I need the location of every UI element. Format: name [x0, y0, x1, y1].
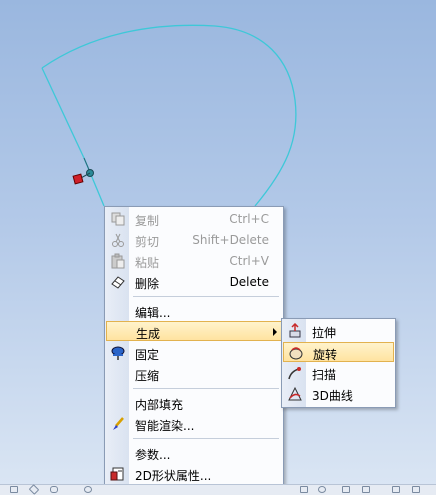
- sketch-line[interactable]: [41, 67, 85, 159]
- submenu-arrow-icon: [273, 328, 277, 336]
- menu-item-label: 扫描: [312, 368, 337, 382]
- menu-item-label: 3D曲线: [312, 389, 353, 403]
- menu-item-generate[interactable]: 生成: [106, 321, 282, 341]
- pin-icon: [110, 345, 126, 361]
- menu-item-label: 智能渲染...: [135, 419, 195, 433]
- chamfer-tool-icon[interactable]: [412, 486, 420, 493]
- submenu-item-sweep[interactable]: 扫描: [283, 363, 394, 383]
- properties-icon: [110, 466, 126, 482]
- menu-item-cut[interactable]: 剪切 Shift+Delete: [106, 230, 282, 250]
- menu-item-label: 内部填充: [135, 398, 184, 412]
- menu-separator: [133, 296, 279, 297]
- context-menu: 复制 Ctrl+C 剪切 Shift+Delete 粘贴 Ctrl+V 删除 D…: [104, 206, 284, 486]
- menu-item-delete[interactable]: 删除 Delete: [106, 272, 282, 292]
- menu-item-compress[interactable]: 压缩: [106, 364, 282, 384]
- menu-item-parameters[interactable]: 参数...: [106, 443, 282, 463]
- menu-item-label: 参数...: [135, 448, 171, 462]
- menu-separator: [133, 438, 279, 439]
- extrude-icon: [287, 322, 303, 339]
- eraser-icon: [110, 274, 126, 290]
- menu-item-smart-render[interactable]: 智能渲染...: [106, 414, 282, 434]
- menu-item-label: 固定: [135, 348, 160, 362]
- submenu-item-3d-curve[interactable]: 3D曲线: [283, 384, 394, 404]
- menu-item-shortcut: Ctrl+C: [229, 212, 269, 226]
- menu-item-shortcut: Delete: [229, 275, 269, 289]
- revolve-icon: [288, 345, 304, 361]
- menu-item-shortcut: Ctrl+V: [229, 254, 269, 268]
- menu-item-paste[interactable]: 粘贴 Ctrl+V: [106, 251, 282, 271]
- menu-item-label: 拉伸: [312, 326, 337, 340]
- submenu-item-revolve[interactable]: 旋转: [283, 342, 394, 362]
- bottom-toolbar: [0, 484, 436, 495]
- selection-handle[interactable]: [72, 173, 84, 185]
- menu-item-label: 复制: [135, 214, 160, 228]
- extend-tool-icon[interactable]: [362, 486, 370, 493]
- trim-tool-icon[interactable]: [342, 486, 350, 493]
- copy-icon: [110, 211, 126, 227]
- paste-icon: [110, 253, 126, 269]
- menu-item-fix[interactable]: 固定: [106, 343, 282, 363]
- menu-item-2d-shape-properties[interactable]: 2D形状属性...: [106, 464, 282, 484]
- diamond-tool-icon[interactable]: [28, 484, 40, 495]
- menu-item-edit[interactable]: 编辑...: [106, 301, 282, 321]
- menu-item-label: 粘贴: [135, 256, 160, 270]
- menu-item-label: 2D形状属性...: [135, 469, 212, 483]
- generate-submenu: 拉伸 旋转 扫描 3D曲线: [281, 318, 396, 408]
- sweep-icon: [287, 365, 303, 381]
- menu-item-label: 生成: [136, 327, 161, 341]
- menu-item-copy[interactable]: 复制 Ctrl+C: [106, 209, 282, 229]
- menu-item-label: 删除: [135, 277, 160, 291]
- menu-item-inner-fill[interactable]: 内部填充: [106, 393, 282, 413]
- circle-tool-icon[interactable]: [84, 486, 92, 493]
- cut-icon: [110, 232, 126, 248]
- arc-tool-icon[interactable]: [318, 486, 326, 493]
- select-tool-icon[interactable]: [10, 486, 18, 493]
- curve-tool-icon[interactable]: [300, 486, 308, 493]
- corner-tool-icon[interactable]: [392, 486, 400, 493]
- submenu-item-extrude[interactable]: 拉伸: [283, 321, 394, 341]
- menu-item-label: 剪切: [135, 235, 160, 249]
- menu-separator: [133, 388, 279, 389]
- menu-item-label: 编辑...: [135, 306, 171, 320]
- menu-item-label: 旋转: [313, 348, 338, 362]
- brush-icon: [110, 416, 126, 432]
- menu-item-shortcut: Shift+Delete: [192, 233, 269, 247]
- hexagon-tool-icon[interactable]: [50, 486, 58, 493]
- 3d-curve-icon: [287, 386, 303, 402]
- menu-item-label: 压缩: [135, 369, 160, 383]
